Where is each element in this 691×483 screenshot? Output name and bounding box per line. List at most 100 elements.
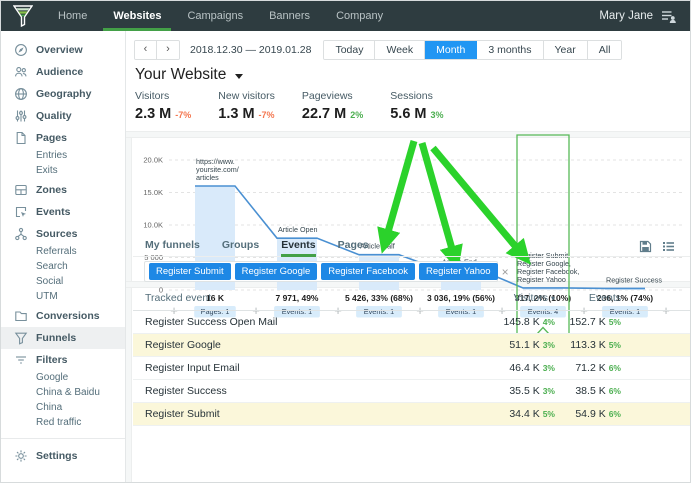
table-row[interactable]: Register Input Email46.4 K3%71.2 K6% xyxy=(133,357,690,380)
brand-funnel-logo-icon[interactable] xyxy=(13,4,35,28)
stat-change: -7% xyxy=(175,110,191,120)
filter-chip-register-facebook[interactable]: Register Facebook xyxy=(321,263,415,280)
stat-sessions: Sessions 5.6 M3% xyxy=(390,90,443,122)
change-percent: 5% xyxy=(543,409,555,419)
user-menu[interactable]: Mary Jane xyxy=(599,10,676,23)
sidebar-item-label: Events xyxy=(36,206,70,218)
sidebar-item-settings[interactable]: Settings xyxy=(1,445,125,467)
page-title: Your Website xyxy=(135,66,226,84)
sidebar-item-filters[interactable]: Filters xyxy=(1,349,125,371)
stats-row: Visitors2.3 M-7%New visitors1.3 M-7%Page… xyxy=(135,90,471,122)
sidebar-item-label: Pages xyxy=(36,132,67,144)
range-button-week[interactable]: Week xyxy=(375,41,425,59)
tab-events[interactable]: Events xyxy=(270,236,326,257)
cell-tracked-event: Register Input Email xyxy=(133,357,445,380)
funnel-tabs: My funnelsGroupsEventsPages xyxy=(133,236,690,257)
tab-my-funnels[interactable]: My funnels xyxy=(133,236,211,257)
table-header-row: Tracked event Visitors▾ Events xyxy=(133,288,690,311)
stat-value: 5.6 M3% xyxy=(390,106,443,122)
tab-pages[interactable]: Pages xyxy=(327,236,380,257)
column-tracked-event[interactable]: Tracked event xyxy=(133,288,445,311)
range-button-all[interactable]: All xyxy=(588,41,622,59)
sidebar-item-conversions[interactable]: Conversions xyxy=(1,305,125,327)
cell-visitors: 35.5 K3% xyxy=(445,380,555,403)
range-button-today[interactable]: Today xyxy=(324,41,375,59)
change-percent: 4% xyxy=(543,317,555,327)
nav-item-websites[interactable]: Websites xyxy=(100,1,174,31)
list-view-icon[interactable] xyxy=(662,240,675,253)
stat-new-visitors: New visitors1.3 M-7% xyxy=(218,90,275,122)
sidebar-subitem-china-baidu[interactable]: China & Baidu xyxy=(1,386,125,401)
sidebar-subitem-utm[interactable]: UTM xyxy=(1,290,125,305)
step-annotation: articles xyxy=(196,173,219,182)
date-range-label: 2018.12.30 — 2019.01.28 xyxy=(190,40,311,60)
account-list-icon[interactable] xyxy=(661,10,676,23)
change-percent: 5% xyxy=(609,317,621,327)
prev-period-button[interactable]: ‹ xyxy=(135,41,157,59)
sidebar-item-label: Zones xyxy=(36,184,67,196)
event-filter-input[interactable]: Register SubmitRegister GoogleRegister F… xyxy=(144,261,498,282)
sidebar-subitem-referrals[interactable]: Referrals xyxy=(1,245,125,260)
save-icon[interactable] xyxy=(639,240,652,253)
cell-visitors: 34.4 K5% xyxy=(445,403,555,426)
range-button-year[interactable]: Year xyxy=(544,41,588,59)
sidebar-subitem-social[interactable]: Social xyxy=(1,275,125,290)
sidebar-item-pages[interactable]: Pages xyxy=(1,127,125,149)
column-visitors[interactable]: Visitors▾ xyxy=(445,288,555,311)
sidebar-item-label: Quality xyxy=(36,110,72,122)
main-content: ‹ › 2018.12.30 — 2019.01.28 TodayWeekMon… xyxy=(126,31,690,482)
sidebar-item-audience[interactable]: Audience xyxy=(1,61,125,83)
sidebar-item-events[interactable]: Events xyxy=(1,201,125,223)
sidebar-item-funnels[interactable]: Funnels xyxy=(1,327,125,349)
folder-icon xyxy=(14,309,28,323)
site-selector[interactable]: Your Website xyxy=(135,66,243,84)
sidebar-item-label: Sources xyxy=(36,228,77,240)
sidebar-item-overview[interactable]: Overview xyxy=(1,39,125,61)
range-button-group: TodayWeekMonth3 monthsYearAll xyxy=(323,40,622,60)
tab-groups[interactable]: Groups xyxy=(211,236,270,257)
column-events[interactable]: Events xyxy=(555,288,621,311)
stat-label: Sessions xyxy=(390,90,443,102)
filter-icon xyxy=(14,353,28,367)
sidebar-item-zones[interactable]: Zones xyxy=(1,179,125,201)
sidebar-item-quality[interactable]: Quality xyxy=(1,105,125,127)
sidebar-subitem-search[interactable]: Search xyxy=(1,260,125,275)
sidebar-subitem-exits[interactable]: Exits xyxy=(1,164,125,179)
sidebar-item-label: Filters xyxy=(36,354,68,366)
table-row[interactable]: Register Success35.5 K3%38.5 K6% xyxy=(133,380,690,403)
change-percent: 5% xyxy=(609,340,621,350)
sidebar-subitem-china[interactable]: China xyxy=(1,401,125,416)
user-name: Mary Jane xyxy=(599,10,653,22)
stat-pageviews: Pageviews22.7 M2% xyxy=(302,90,363,122)
nav-item-company[interactable]: Company xyxy=(323,1,396,31)
table-row[interactable]: Register Success Open Mail145.8 K4%152.7… xyxy=(133,311,690,334)
nav-item-campaigns[interactable]: Campaigns xyxy=(174,1,256,31)
stat-value: 2.3 M-7% xyxy=(135,106,191,122)
stat-change: 2% xyxy=(350,110,363,120)
sidebar-item-label: Funnels xyxy=(36,332,76,344)
date-pager: ‹ › xyxy=(134,40,180,60)
clear-filters-button[interactable]: × xyxy=(502,267,509,277)
stat-label: Pageviews xyxy=(302,90,363,102)
filter-chip-register-yahoo[interactable]: Register Yahoo xyxy=(419,263,498,280)
sidebar-divider xyxy=(1,438,125,439)
sidebar-subitem-red-traffic[interactable]: Red traffic xyxy=(1,416,125,431)
sidebar-subitem-entries[interactable]: Entries xyxy=(1,149,125,164)
nav-item-banners[interactable]: Banners xyxy=(256,1,323,31)
next-period-button[interactable]: › xyxy=(157,41,179,59)
table-row[interactable]: Register Google51.1 K3%113.3 K5% xyxy=(133,334,690,357)
range-button-month[interactable]: Month xyxy=(425,41,477,59)
filter-chip-register-google[interactable]: Register Google xyxy=(235,263,318,280)
stat-value: 1.3 M-7% xyxy=(218,106,275,122)
sidebar-item-sources[interactable]: Sources xyxy=(1,223,125,245)
filter-chip-register-submit[interactable]: Register Submit xyxy=(149,263,231,280)
sidebar-item-geography[interactable]: Geography xyxy=(1,83,125,105)
nav-item-home[interactable]: Home xyxy=(45,1,100,31)
chevron-down-icon xyxy=(235,74,243,79)
range-button-3-months[interactable]: 3 months xyxy=(477,41,543,59)
sidebar-subitem-google[interactable]: Google xyxy=(1,371,125,386)
table-row[interactable]: Register Submit34.4 K5%54.9 K6% xyxy=(133,403,690,426)
cell-visitors: 46.4 K3% xyxy=(445,357,555,380)
change-percent: 3% xyxy=(543,363,555,373)
date-toolbar: ‹ › 2018.12.30 — 2019.01.28 TodayWeekMon… xyxy=(134,40,622,60)
